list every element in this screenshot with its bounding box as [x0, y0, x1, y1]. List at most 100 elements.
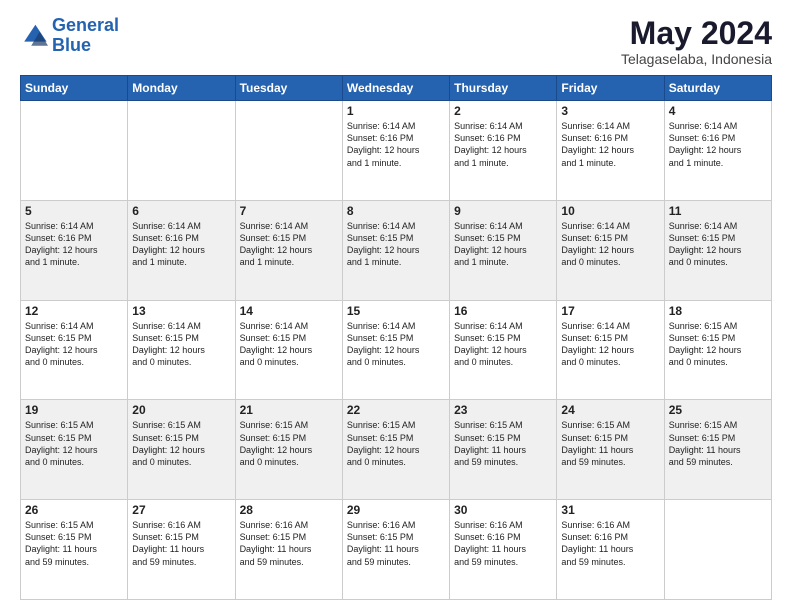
day-info: Sunrise: 6:14 AM Sunset: 6:15 PM Dayligh… — [454, 320, 552, 369]
table-row: 4 Sunrise: 6:14 AM Sunset: 6:16 PM Daylig… — [664, 101, 771, 201]
table-row: 5 Sunrise: 6:14 AM Sunset: 6:16 PM Daylig… — [21, 200, 128, 300]
day-info: Sunrise: 6:14 AM Sunset: 6:15 PM Dayligh… — [132, 320, 230, 369]
day-number: 29 — [347, 503, 445, 517]
day-info: Sunrise: 6:14 AM Sunset: 6:16 PM Dayligh… — [561, 120, 659, 169]
table-row: 21Sunrise: 6:15 AM Sunset: 6:15 PM Dayli… — [235, 400, 342, 500]
day-info: Sunrise: 6:14 AM Sunset: 6:15 PM Dayligh… — [669, 220, 767, 269]
col-saturday: Saturday — [664, 76, 771, 101]
table-row: 30 Sunrise: 6:16 AM Sunset: 6:16 PM Dayli… — [450, 500, 557, 600]
table-row: 23 Sunrise: 6:15 AM Sunset: 6:15 PM Dayli… — [450, 400, 557, 500]
table-row: 12 Sunrise: 6:14 AM Sunset: 6:15 PM Dayli… — [21, 300, 128, 400]
table-row — [235, 101, 342, 201]
day-number: 9 — [454, 204, 552, 218]
day-number: 20 — [132, 403, 230, 417]
day-number: 22 — [347, 403, 445, 417]
day-info: Sunrise: 6:14 AM Sunset: 6:16 PM Dayligh… — [669, 120, 767, 169]
col-monday: Monday — [128, 76, 235, 101]
day-info: Sunrise: 6:14 AM Sunset: 6:15 PM Dayligh… — [347, 320, 445, 369]
day-info: Sunrise: 6:15 AM Sunset: 6:15 PM Dayligh… — [454, 419, 552, 468]
col-friday: Friday — [557, 76, 664, 101]
day-number: 31 — [561, 503, 659, 517]
day-info: Sunrise: 6:14 AM Sunset: 6:16 PM Dayligh… — [347, 120, 445, 169]
table-row: 25 Sunrise: 6:15 AM Sunset: 6:15 PM Dayli… — [664, 400, 771, 500]
table-row — [664, 500, 771, 600]
day-number: 23 — [454, 403, 552, 417]
day-info: Sunrise: 6:15 AM Sunset: 6:15 PM Dayligh… — [132, 419, 230, 468]
table-row: 26 Sunrise: 6:15 AM Sunset: 6:15 PM Dayli… — [21, 500, 128, 600]
table-row — [128, 101, 235, 201]
table-row: 18 Sunrise: 6:15 AM Sunset: 6:15 PM Dayli… — [664, 300, 771, 400]
day-info: Sunrise: 6:14 AM Sunset: 6:15 PM Dayligh… — [240, 320, 338, 369]
day-number: 6 — [132, 204, 230, 218]
table-row: 27 Sunrise: 6:16 AM Sunset: 6:15 PM Dayli… — [128, 500, 235, 600]
day-number: 16 — [454, 304, 552, 318]
day-info: Sunrise: 6:14 AM Sunset: 6:15 PM Dayligh… — [25, 320, 123, 369]
table-row — [21, 101, 128, 201]
day-info: Sunrise: 6:14 AM Sunset: 6:15 PM Dayligh… — [347, 220, 445, 269]
day-info: Sunrise: 6:16 AM Sunset: 6:15 PM Dayligh… — [347, 519, 445, 568]
day-number: 21 — [240, 403, 338, 417]
table-row: 7Sunrise: 6:14 AM Sunset: 6:15 PM Daylig… — [235, 200, 342, 300]
col-tuesday: Tuesday — [235, 76, 342, 101]
table-row: 8 Sunrise: 6:14 AM Sunset: 6:15 PM Daylig… — [342, 200, 449, 300]
table-row: 19Sunrise: 6:15 AM Sunset: 6:15 PM Dayli… — [21, 400, 128, 500]
day-info: Sunrise: 6:15 AM Sunset: 6:15 PM Dayligh… — [669, 419, 767, 468]
day-info: Sunrise: 6:15 AM Sunset: 6:15 PM Dayligh… — [25, 519, 123, 568]
day-number: 8 — [347, 204, 445, 218]
day-info: Sunrise: 6:14 AM Sunset: 6:15 PM Dayligh… — [561, 320, 659, 369]
table-row: 20 Sunrise: 6:15 AM Sunset: 6:15 PM Dayli… — [128, 400, 235, 500]
table-row: 1 Sunrise: 6:14 AM Sunset: 6:16 PM Daylig… — [342, 101, 449, 201]
day-info: Sunrise: 6:14 AM Sunset: 6:16 PM Dayligh… — [454, 120, 552, 169]
day-info: Sunrise: 6:15 AM Sunset: 6:15 PM Dayligh… — [561, 419, 659, 468]
day-number: 12 — [25, 304, 123, 318]
day-info: Sunrise: 6:14 AM Sunset: 6:16 PM Dayligh… — [25, 220, 123, 269]
day-number: 13 — [132, 304, 230, 318]
day-number: 26 — [25, 503, 123, 517]
day-number: 10 — [561, 204, 659, 218]
day-number: 14 — [240, 304, 338, 318]
day-number: 5 — [25, 204, 123, 218]
logo-text: General Blue — [52, 16, 119, 56]
calendar-week-row: 5 Sunrise: 6:14 AM Sunset: 6:16 PM Daylig… — [21, 200, 772, 300]
table-row: 28Sunrise: 6:16 AM Sunset: 6:15 PM Dayli… — [235, 500, 342, 600]
day-number: 7 — [240, 204, 338, 218]
day-number: 19 — [25, 403, 123, 417]
calendar-week-row: 26 Sunrise: 6:15 AM Sunset: 6:15 PM Dayli… — [21, 500, 772, 600]
day-info: Sunrise: 6:16 AM Sunset: 6:15 PM Dayligh… — [132, 519, 230, 568]
col-wednesday: Wednesday — [342, 76, 449, 101]
table-row: 15 Sunrise: 6:14 AM Sunset: 6:15 PM Dayli… — [342, 300, 449, 400]
day-number: 4 — [669, 104, 767, 118]
day-info: Sunrise: 6:16 AM Sunset: 6:16 PM Dayligh… — [454, 519, 552, 568]
table-row: 9Sunrise: 6:14 AM Sunset: 6:15 PM Daylig… — [450, 200, 557, 300]
table-row: 14 Sunrise: 6:14 AM Sunset: 6:15 PM Dayli… — [235, 300, 342, 400]
page: General Blue May 2024 Telagaselaba, Indo… — [0, 0, 792, 612]
table-row: 6 Sunrise: 6:14 AM Sunset: 6:16 PM Daylig… — [128, 200, 235, 300]
table-row: 29 Sunrise: 6:16 AM Sunset: 6:15 PM Dayli… — [342, 500, 449, 600]
day-info: Sunrise: 6:15 AM Sunset: 6:15 PM Dayligh… — [669, 320, 767, 369]
col-sunday: Sunday — [21, 76, 128, 101]
subtitle: Telagaselaba, Indonesia — [621, 51, 772, 67]
table-row: 31Sunrise: 6:16 AM Sunset: 6:16 PM Dayli… — [557, 500, 664, 600]
day-number: 17 — [561, 304, 659, 318]
calendar-week-row: 12 Sunrise: 6:14 AM Sunset: 6:15 PM Dayli… — [21, 300, 772, 400]
day-number: 27 — [132, 503, 230, 517]
logo: General Blue — [20, 16, 119, 56]
day-info: Sunrise: 6:14 AM Sunset: 6:16 PM Dayligh… — [132, 220, 230, 269]
table-row: 13 Sunrise: 6:14 AM Sunset: 6:15 PM Dayli… — [128, 300, 235, 400]
table-row: 2 Sunrise: 6:14 AM Sunset: 6:16 PM Daylig… — [450, 101, 557, 201]
day-number: 15 — [347, 304, 445, 318]
day-number: 2 — [454, 104, 552, 118]
table-row: 22 Sunrise: 6:15 AM Sunset: 6:15 PM Dayli… — [342, 400, 449, 500]
day-info: Sunrise: 6:15 AM Sunset: 6:15 PM Dayligh… — [347, 419, 445, 468]
calendar-table: Sunday Monday Tuesday Wednesday Thursday… — [20, 75, 772, 600]
day-number: 18 — [669, 304, 767, 318]
title-block: May 2024 Telagaselaba, Indonesia — [621, 16, 772, 67]
table-row: 17 Sunrise: 6:14 AM Sunset: 6:15 PM Dayli… — [557, 300, 664, 400]
day-number: 30 — [454, 503, 552, 517]
day-number: 28 — [240, 503, 338, 517]
table-row: 10Sunrise: 6:14 AM Sunset: 6:15 PM Dayli… — [557, 200, 664, 300]
day-number: 1 — [347, 104, 445, 118]
day-number: 3 — [561, 104, 659, 118]
day-number: 25 — [669, 403, 767, 417]
table-row: 16 Sunrise: 6:14 AM Sunset: 6:15 PM Dayli… — [450, 300, 557, 400]
